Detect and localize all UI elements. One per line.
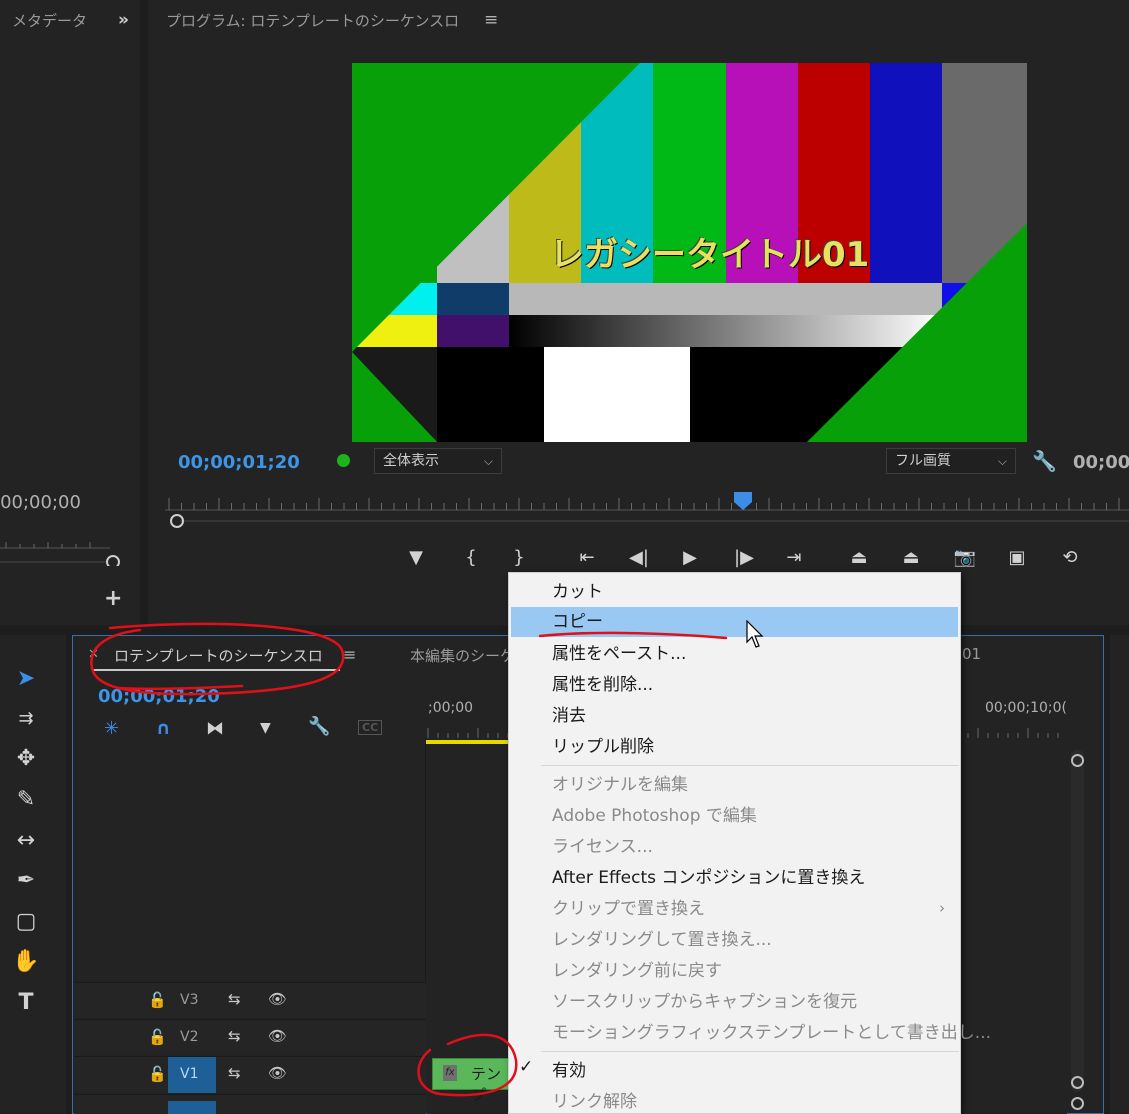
red-annotations — [90, 622, 728, 1097]
